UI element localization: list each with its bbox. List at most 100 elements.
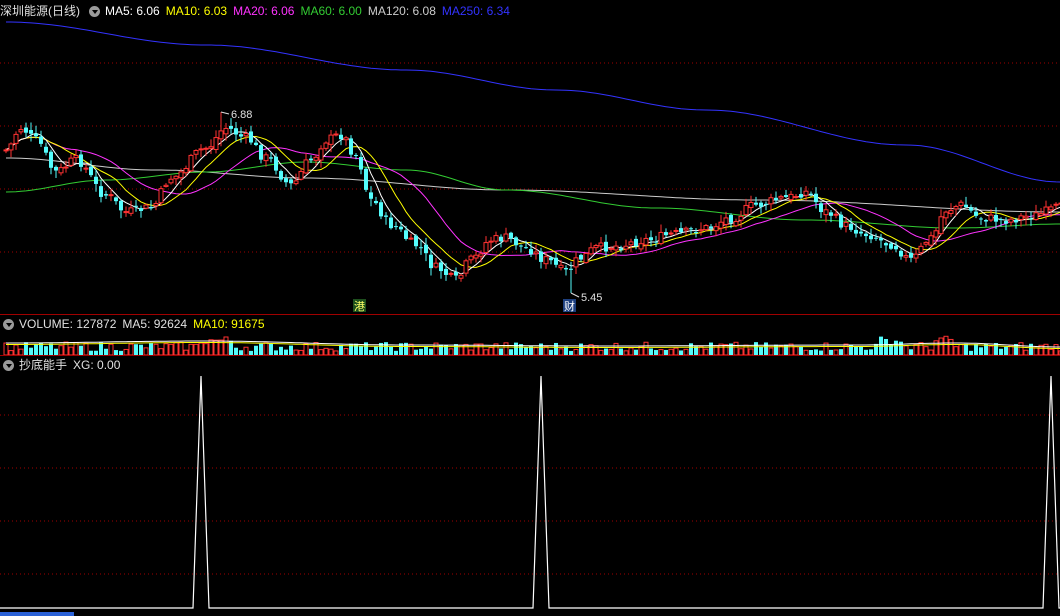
ma60-line (5, 161, 1060, 229)
volume-bar (193, 343, 199, 355)
candle-body (814, 193, 818, 203)
volume-bar (79, 345, 83, 355)
volume-legend: VOLUME: 127872 MA5: 92624 MA10: 91675 (0, 316, 271, 332)
candle-body (433, 262, 439, 268)
candle-body (569, 268, 573, 270)
volume-bar (83, 342, 89, 355)
indicator-panel[interactable]: 抄底能手 XG: 0.00 (0, 356, 1060, 616)
indicator-legend: 抄底能手 XG: 0.00 (0, 357, 126, 373)
candle-body (79, 154, 83, 167)
candle-body (108, 194, 114, 197)
candle-body (988, 214, 994, 221)
volume-bar (1033, 347, 1039, 355)
candle-body (799, 194, 803, 198)
candle-body (44, 146, 48, 153)
candle-body (849, 223, 853, 230)
volume-panel-dropdown-icon[interactable] (3, 318, 14, 330)
candle-body (259, 145, 263, 160)
volume-bar (234, 347, 238, 355)
volume-bar (958, 344, 964, 355)
candle-body (778, 195, 784, 199)
candle-body (713, 226, 719, 232)
candle-body (673, 229, 679, 232)
candle-body (738, 215, 744, 221)
candle-body (404, 230, 408, 239)
volume-bar (953, 346, 959, 355)
candle-body (823, 209, 829, 216)
volume-bar (279, 346, 283, 355)
candle-body (274, 156, 278, 171)
candle-body (829, 212, 833, 216)
candle-body (664, 232, 668, 236)
candle-body (879, 238, 883, 241)
volume-bar (139, 344, 143, 355)
price-chart-panel[interactable]: 深圳能源(日线) MA5: 6.06 MA10: 6.03 MA20: 6.06 MA… (0, 0, 1060, 314)
volume-bar (153, 343, 159, 355)
candle-body (293, 180, 299, 185)
candle-body (554, 257, 558, 265)
indicator-chart[interactable] (0, 356, 1060, 616)
ma-legend-values: MA5: 6.06 MA10: 6.03 MA20: 6.06 MA60: 6.00 M… (105, 3, 516, 19)
volume-bar (198, 342, 204, 355)
candle-body (73, 154, 79, 159)
candle-body (419, 247, 423, 249)
candle-body (668, 232, 674, 235)
volume-bar (903, 345, 909, 355)
candle-body (1014, 219, 1018, 223)
volume-bar (628, 347, 634, 355)
candle-body (234, 128, 238, 135)
candle-body (689, 228, 693, 230)
volume-bar (503, 342, 509, 355)
volume-bar (143, 347, 149, 355)
candle-body (1008, 218, 1014, 223)
candle-body (718, 221, 724, 229)
price-legend: 深圳能源(日线) MA5: 6.06 MA10: 6.03 MA20: 6.06 MA… (0, 3, 516, 19)
price-panel-dropdown-icon[interactable] (89, 5, 100, 17)
candle-body (933, 230, 939, 238)
stock-title: 深圳能源(日线) (0, 4, 80, 18)
candle-body (608, 247, 614, 250)
volume-ma5: MA5: 92624 (122, 317, 188, 331)
candle-body (833, 213, 839, 216)
volume-bar (203, 343, 209, 355)
candle-body (153, 203, 159, 207)
volume-bar (374, 346, 378, 355)
candle-body (958, 201, 964, 207)
candle-body (94, 176, 98, 184)
volume-bar (613, 342, 619, 355)
candle-body (788, 193, 794, 201)
volume-bar (13, 344, 19, 355)
candle-body (619, 248, 623, 251)
candle-body (24, 127, 28, 133)
candlestick-chart[interactable]: 6.88 5.45 港 财 (0, 0, 1060, 314)
candle-body (163, 184, 169, 187)
volume-bar (673, 347, 679, 355)
volume-bar (29, 347, 33, 355)
candle-body (379, 202, 383, 217)
volume-bar (974, 344, 978, 355)
volume-bar (34, 344, 38, 355)
volume-bar (259, 343, 263, 355)
indicator-panel-dropdown-icon[interactable] (3, 359, 14, 371)
candle-body (514, 237, 518, 246)
volume-bar (68, 346, 74, 355)
horizontal-scrollbar[interactable] (0, 612, 74, 616)
candle-body (54, 166, 58, 171)
candle-body (884, 243, 888, 246)
volume-panel[interactable]: VOLUME: 127872 MA5: 92624 MA10: 91675 (0, 315, 1060, 355)
volume-bar (168, 343, 174, 355)
candle-body (323, 142, 329, 149)
candle-body (994, 215, 998, 222)
candle-body (748, 201, 754, 209)
volume-bar (1004, 346, 1008, 355)
candle-body (8, 143, 14, 151)
candle-body (1004, 221, 1008, 224)
volume-bar (1043, 343, 1049, 355)
candle-body (49, 151, 53, 168)
volume-bar (463, 343, 469, 355)
candle-body (628, 241, 634, 246)
volume-bar (263, 342, 269, 355)
ma-legend-item: MA10: 6.03 (165, 4, 228, 18)
candle-body (284, 178, 288, 183)
candle-body (1048, 206, 1054, 211)
